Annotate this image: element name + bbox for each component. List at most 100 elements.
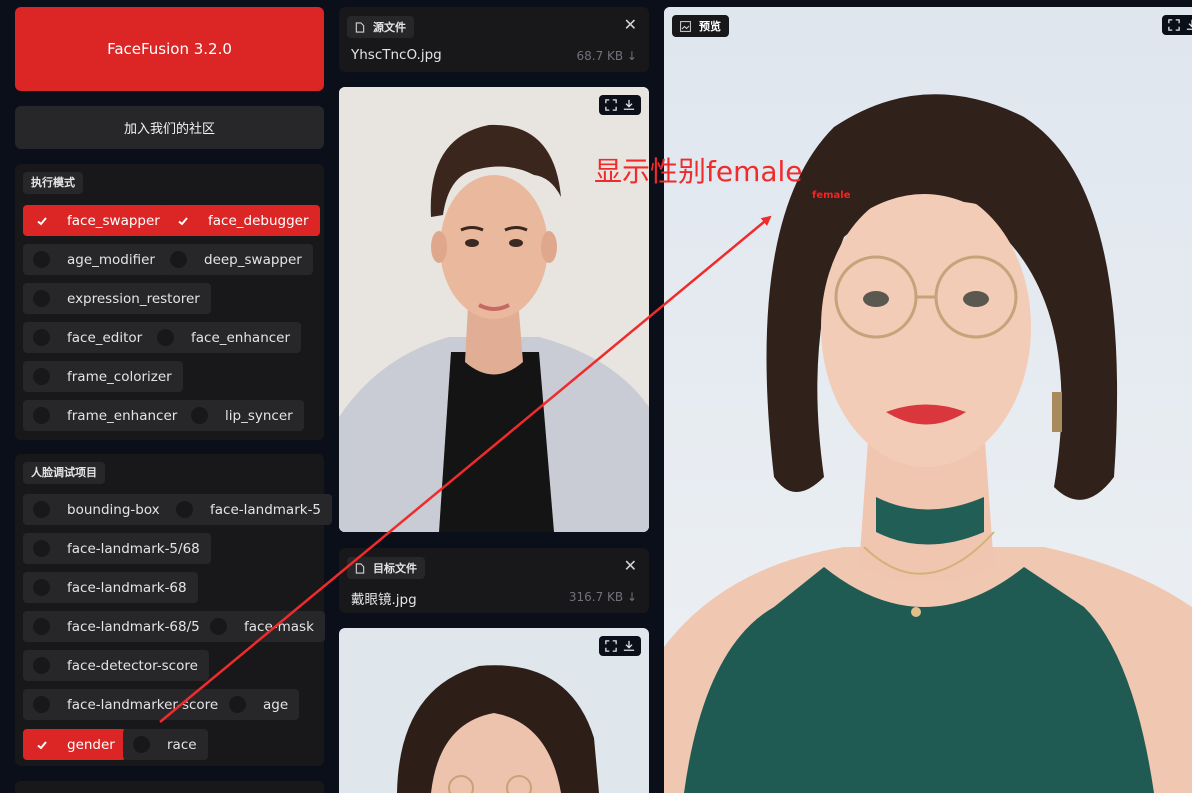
option-label: face-landmark-68	[67, 579, 187, 596]
preview-tools	[1162, 15, 1192, 35]
fullscreen-icon[interactable]	[604, 98, 618, 112]
processors-label: 执行模式	[23, 172, 83, 194]
processor-frame-colorizer[interactable]: frame_colorizer	[23, 361, 183, 392]
option-label: face-landmarker-score	[67, 696, 219, 713]
check-icon	[33, 736, 50, 753]
preview-label: 预览	[699, 20, 721, 33]
option-label: face_enhancer	[191, 329, 291, 346]
option-label: face-landmark-68/5	[67, 618, 200, 635]
image-icon	[680, 20, 691, 32]
option-label: age	[263, 696, 289, 713]
option-label: age_modifier	[67, 251, 155, 268]
processor-lip-syncer[interactable]: lip_syncer	[181, 400, 304, 431]
close-icon[interactable]: ✕	[624, 556, 637, 575]
check-icon	[33, 212, 50, 229]
source-file-tag: 源文件	[347, 16, 414, 38]
target-image	[339, 628, 649, 793]
next-panel	[15, 781, 324, 793]
option-label: frame_enhancer	[67, 407, 178, 424]
source-file-name: YhscTncO.jpg	[351, 47, 442, 63]
option-label: gender	[67, 736, 115, 753]
source-file-label: 源文件	[373, 21, 406, 34]
checkbox	[33, 540, 50, 557]
fullscreen-icon[interactable]	[604, 639, 618, 653]
debug-face-landmarker-score[interactable]: face-landmarker-score	[23, 689, 230, 720]
debug-face-landmark-5-68[interactable]: face-landmark-5/68	[23, 533, 211, 564]
checkbox	[210, 618, 227, 635]
checkbox	[133, 736, 150, 753]
debug-bounding-box[interactable]: bounding-box	[23, 494, 171, 525]
option-label: face_swapper	[67, 212, 160, 229]
checkbox	[170, 251, 187, 268]
processor-face-debugger[interactable]: face_debugger	[164, 205, 320, 236]
preview-panel: 预览	[664, 7, 1192, 793]
checkbox	[33, 368, 50, 385]
preview-photo	[664, 7, 1192, 793]
checkbox	[157, 329, 174, 346]
debug-gender[interactable]: gender	[23, 729, 126, 760]
app-title-button[interactable]: FaceFusion 3.2.0	[15, 7, 324, 91]
option-label: expression_restorer	[67, 290, 200, 307]
download-icon[interactable]	[622, 639, 636, 653]
debug-face-landmark-68[interactable]: face-landmark-68	[23, 572, 198, 603]
debug-race[interactable]: race	[123, 729, 208, 760]
checkbox	[33, 251, 50, 268]
checkbox	[33, 618, 50, 635]
download-icon[interactable]	[1185, 18, 1192, 32]
checkbox	[229, 696, 246, 713]
processor-expression-restorer[interactable]: expression_restorer	[23, 283, 211, 314]
processor-age-modifier[interactable]: age_modifier	[23, 244, 166, 275]
file-icon	[355, 562, 365, 574]
fullscreen-icon[interactable]	[1167, 18, 1181, 32]
option-label: face_editor	[67, 329, 143, 346]
file-icon	[355, 21, 365, 33]
checkbox	[33, 579, 50, 596]
debug-face-detector-score[interactable]: face-detector-score	[23, 650, 209, 681]
processor-face-editor[interactable]: face_editor	[23, 322, 154, 353]
debug-face-landmark-5[interactable]: face-landmark-5	[166, 494, 333, 525]
facefusion-app: FaceFusion 3.2.0 加入我们的社区 执行模式 face_swapp…	[0, 0, 1192, 793]
option-label: frame_colorizer	[67, 368, 172, 385]
processors-panel: 执行模式 face_swapper face_debugger age_modi…	[15, 164, 324, 440]
community-button[interactable]: 加入我们的社区	[15, 106, 324, 149]
checkbox	[33, 501, 50, 518]
debug-face-landmark-68-5[interactable]: face-landmark-68/5	[23, 611, 211, 642]
preview-tag: 预览	[672, 15, 729, 37]
target-file-tag: 目标文件	[347, 557, 425, 579]
processor-deep-swapper[interactable]: deep_swapper	[160, 244, 313, 275]
option-label: lip_syncer	[225, 407, 293, 424]
source-file-size[interactable]: 68.7 KB ↓	[576, 49, 637, 63]
option-label: race	[167, 736, 197, 753]
checkbox	[176, 501, 193, 518]
target-file-label: 目标文件	[373, 562, 417, 575]
processor-face-enhancer[interactable]: face_enhancer	[147, 322, 302, 353]
debug-age[interactable]: age	[219, 689, 300, 720]
face-debugger-items-panel: 人脸调试项目 bounding-box face-landmark-5 face…	[15, 454, 333, 766]
option-label: bounding-box	[67, 501, 160, 518]
option-label: face-landmark-5/68	[67, 540, 200, 557]
option-label: face-detector-score	[67, 657, 198, 674]
checkbox	[33, 290, 50, 307]
gender-overlay-label: female	[812, 190, 851, 201]
option-label: deep_swapper	[204, 251, 302, 268]
source-file-box[interactable]: 源文件 ✕ YhscTncO.jpg 68.7 KB ↓	[339, 7, 649, 72]
option-label: face-landmark-5	[210, 501, 322, 518]
checkbox	[33, 329, 50, 346]
checkbox	[33, 657, 50, 674]
source-image-tools	[599, 95, 641, 115]
option-label: face-mask	[244, 618, 314, 635]
debug-face-mask[interactable]: face-mask	[200, 611, 325, 642]
option-label: face_debugger	[208, 212, 309, 229]
target-file-box[interactable]: 目标文件 ✕ 戴眼镜.jpg 316.7 KB ↓	[339, 548, 649, 613]
target-image-tools	[599, 636, 641, 656]
checkbox	[33, 696, 50, 713]
checkbox	[191, 407, 208, 424]
processor-frame-enhancer[interactable]: frame_enhancer	[23, 400, 189, 431]
check-icon	[174, 212, 191, 229]
debugger-items-label: 人脸调试项目	[23, 462, 105, 484]
annotation-text: 显示性别female	[594, 155, 803, 188]
download-icon[interactable]	[622, 98, 636, 112]
close-icon[interactable]: ✕	[624, 15, 637, 34]
processor-face-swapper[interactable]: face_swapper	[23, 205, 171, 236]
target-file-size[interactable]: 316.7 KB ↓	[569, 590, 637, 604]
